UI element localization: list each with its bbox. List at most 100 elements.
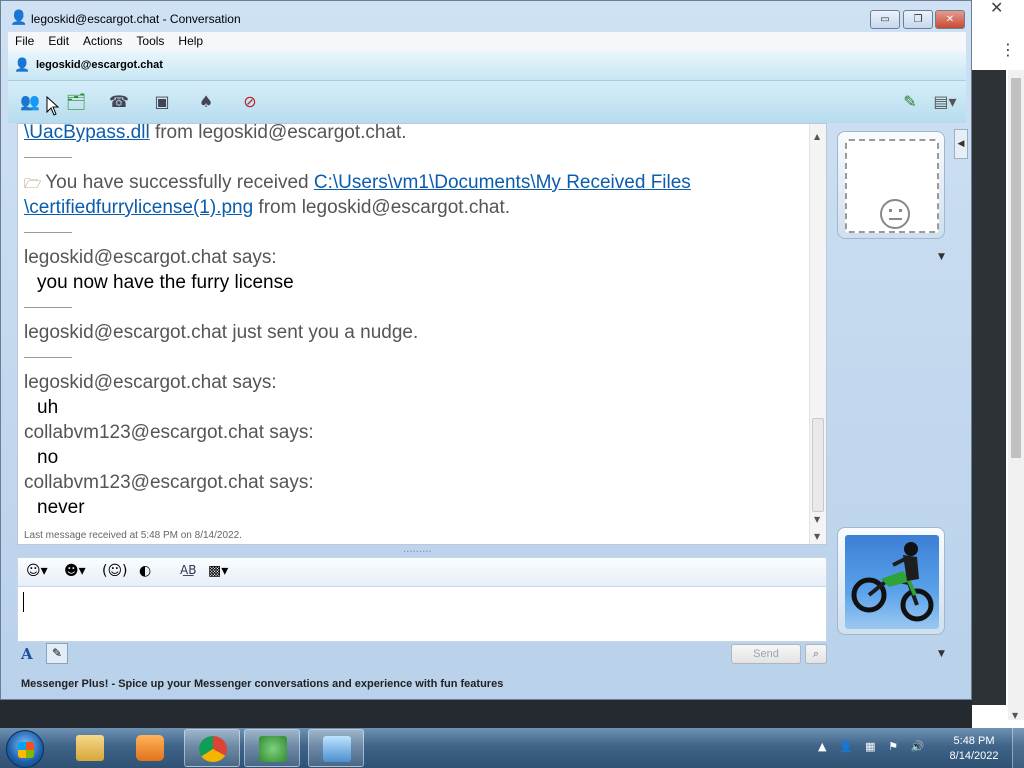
menu-edit[interactable]: Edit — [41, 32, 76, 48]
share-files-icon[interactable]: 🗂 — [64, 91, 88, 113]
handwriting-icon[interactable]: ✎ — [46, 643, 68, 664]
font-icon[interactable]: A — [21, 645, 33, 663]
my-display-picture[interactable] — [837, 527, 945, 635]
default-avatar-icon — [845, 139, 939, 233]
background-paint-icon[interactable]: ✎ — [898, 91, 922, 113]
chat-scrollbar[interactable]: ▲ ▼ ▼ — [809, 124, 826, 544]
messenger-icon — [259, 736, 287, 762]
search-icon[interactable]: ⌕ — [805, 644, 827, 664]
text-caret — [23, 592, 24, 612]
taskbar-explorer[interactable] — [62, 729, 118, 767]
received-folder-link[interactable]: C:\Users\vm1\Documents\My Received Files — [314, 172, 691, 193]
messenger-tray-icon[interactable]: 👤 — [839, 740, 853, 753]
nudge-icon[interactable]: (☺) — [102, 563, 128, 579]
action-toolbar: 👥 🗂 ☎ ▣ ♠ ⊘ ✎ ▤▾ — [8, 81, 966, 123]
minimize-button[interactable]: ▭ — [870, 10, 900, 29]
chevron-down-icon[interactable]: ▼ — [938, 252, 945, 262]
voice-clip-icon[interactable]: ◐ — [139, 563, 151, 579]
show-hidden-icons-icon[interactable]: ▲ — [818, 740, 826, 753]
file-received-message-cont: \certifiedfurrylicense(1).png from legos… — [24, 197, 511, 218]
games-icon[interactable]: ♠ — [194, 91, 218, 113]
window-title: legoskid@escargot.chat - Conversation — [31, 12, 241, 26]
network-icon[interactable]: ▦ — [865, 740, 875, 753]
message-sender: collabvm123@escargot.chat says: — [24, 422, 314, 443]
close-tab-icon[interactable]: ✕ — [990, 0, 1003, 17]
chrome-icon — [199, 736, 227, 762]
message-sender: collabvm123@escargot.chat says: — [24, 472, 314, 493]
message-body: no — [37, 447, 59, 468]
chat-history[interactable]: \UacBypass.dll from legoskid@escargot.ch… — [17, 123, 827, 545]
windows-logo-icon — [18, 742, 34, 758]
message-body: uh — [37, 397, 59, 418]
scrollbar-thumb[interactable] — [812, 418, 824, 512]
wink-icon[interactable]: ☻▾ — [64, 563, 86, 579]
call-icon[interactable]: ☎ — [107, 91, 131, 113]
file-folder-icon: 🗁 — [24, 175, 46, 191]
media-player-icon — [136, 735, 164, 761]
clock-date: 8/14/2022 — [949, 750, 999, 762]
message-sender: legoskid@escargot.chat says: — [24, 372, 277, 393]
contact-display-picture[interactable] — [837, 131, 945, 239]
messenger-plus-banner[interactable]: Messenger Plus! - Spice up your Messenge… — [21, 678, 503, 690]
system-tray: ▲ 👤 ▦ ⚑ 🔊 — [818, 740, 933, 753]
video-icon[interactable]: ▣ — [150, 91, 174, 113]
background-content — [972, 70, 1006, 705]
menu-help[interactable]: Help — [171, 32, 210, 48]
taskbar-messenger[interactable] — [244, 729, 300, 767]
emoticon-icon[interactable]: ☺▾ — [26, 563, 48, 579]
conversation-window: 👤 legoskid@escargot.chat - Conversation … — [0, 0, 972, 700]
more-menu-icon[interactable]: ⋮ — [1000, 40, 1016, 59]
message-body: you now have the furry license — [37, 272, 294, 293]
mouse-cursor-icon — [46, 96, 60, 116]
received-file-link[interactable]: \certifiedfurrylicense(1).png — [24, 197, 253, 218]
nudge-message: legoskid@escargot.chat just sent you a n… — [24, 322, 419, 343]
clock-time: 5:48 PM — [953, 735, 995, 747]
block-contact-icon[interactable]: ⊘ — [238, 91, 262, 113]
close-button[interactable]: ✕ — [935, 10, 965, 29]
background-image-icon[interactable]: ▩▾ — [208, 563, 228, 579]
taskbar: ▲ 👤 ▦ ⚑ 🔊 5:48 PM 8/14/2022 — [0, 728, 1024, 768]
scroll-up-icon[interactable]: ▲ — [814, 132, 820, 141]
show-desktop-button[interactable] — [1012, 728, 1024, 768]
background-browser-edge: ✕ ⋮ ▼ — [972, 0, 1024, 728]
scroll-down-icon[interactable]: ▼ — [814, 515, 820, 524]
scroll-down-icon[interactable]: ▼ — [1012, 711, 1018, 720]
action-center-icon[interactable]: ⚑ — [888, 740, 898, 753]
message-input[interactable] — [17, 586, 827, 642]
send-button[interactable]: Send — [731, 644, 801, 664]
compose-bottom-bar: A ✎ Send ⌕ — [17, 642, 827, 667]
file-link[interactable]: \UacBypass.dll — [24, 124, 150, 143]
collapse-panel-icon[interactable]: ◀ — [954, 129, 968, 159]
menu-actions[interactable]: Actions — [76, 32, 129, 48]
maximize-button[interactable]: ❐ — [903, 10, 933, 29]
menu-file[interactable]: File — [8, 32, 41, 48]
scroll-down-icon[interactable]: ▼ — [814, 532, 820, 541]
background-scrollbar[interactable]: ▼ — [1008, 70, 1024, 720]
messenger-buddy-icon: 👤 — [10, 10, 28, 26]
taskbar-chrome[interactable] — [184, 729, 240, 767]
invite-contact-icon[interactable]: 👥 — [18, 91, 42, 113]
start-button[interactable] — [6, 730, 44, 768]
message-separator — [24, 157, 72, 158]
taskbar-conversation[interactable] — [308, 729, 364, 767]
title-bar[interactable]: 👤 legoskid@escargot.chat - Conversation … — [1, 1, 971, 33]
chevron-down-icon[interactable]: ▼ — [938, 649, 945, 659]
motocross-photo — [845, 535, 939, 629]
layout-options-icon[interactable]: ▤▾ — [928, 91, 962, 113]
last-message-status: Last message received at 5:48 PM on 8/14… — [24, 530, 242, 541]
menu-tools[interactable]: Tools — [129, 32, 171, 48]
message-separator — [24, 307, 72, 308]
message-body: never — [37, 497, 85, 518]
scrollbar-thumb[interactable] — [1011, 78, 1021, 458]
message-separator — [24, 357, 72, 358]
format-toolbar: ☺▾ ☻▾ (☺) ◐ A͟B ▩▾ — [17, 557, 827, 586]
message-separator — [24, 232, 72, 233]
taskbar-media-player[interactable] — [122, 729, 178, 767]
clock[interactable]: 5:48 PM 8/14/2022 — [940, 734, 1008, 764]
contact-header: 👤 legoskid@escargot.chat — [8, 51, 966, 81]
font-style-icon[interactable]: A͟B — [180, 563, 196, 577]
conversation-window-icon — [323, 736, 351, 762]
folder-icon — [76, 735, 104, 761]
volume-icon[interactable]: 🔊 — [910, 740, 924, 753]
contact-name[interactable]: legoskid@escargot.chat — [36, 59, 163, 71]
